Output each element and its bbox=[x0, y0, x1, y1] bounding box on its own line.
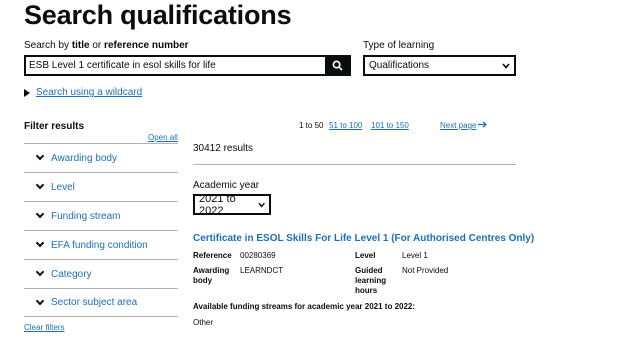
funding-streams-heading: Available funding streams for academic y… bbox=[193, 302, 416, 311]
awarding-body-value: LEARNDCT bbox=[240, 266, 284, 275]
awarding-body-key: Awarding body bbox=[193, 266, 230, 285]
guided-learning-hours-value: Not Provided bbox=[402, 266, 449, 275]
search-box bbox=[24, 55, 351, 76]
wildcard-toggle[interactable]: Search using a wildcard bbox=[24, 87, 142, 98]
level-value: Level 1 bbox=[402, 251, 428, 260]
chevron-down-icon bbox=[35, 238, 45, 248]
filter-level[interactable]: Level bbox=[24, 172, 178, 201]
academic-year-label: Academic year bbox=[193, 180, 260, 191]
chevron-down-icon bbox=[502, 62, 510, 69]
type-of-learning-label: Type of learning bbox=[363, 40, 435, 51]
result-title-link[interactable]: Certificate in ESOL Skills For Life Leve… bbox=[193, 233, 534, 244]
filter-efa-funding-condition[interactable]: EFA funding condition bbox=[24, 230, 178, 259]
arrow-right-icon bbox=[478, 121, 488, 128]
filter-list: Awarding body Level Funding stream EFA f… bbox=[24, 143, 178, 317]
chevron-down-icon bbox=[35, 209, 45, 219]
chevron-down-icon bbox=[35, 180, 45, 190]
open-all-link[interactable]: Open all bbox=[148, 133, 178, 142]
filter-heading: Filter results bbox=[24, 121, 85, 132]
reference-key: Reference bbox=[193, 251, 232, 260]
level-key: Level bbox=[355, 251, 376, 260]
search-icon bbox=[332, 60, 343, 71]
triangle-right-icon bbox=[24, 88, 30, 97]
type-of-learning-select[interactable]: Qualifications bbox=[363, 55, 516, 76]
divider bbox=[193, 164, 516, 165]
wildcard-link[interactable]: Search using a wildcard bbox=[36, 87, 142, 98]
filter-sector-subject-area[interactable]: Sector subject area bbox=[24, 288, 178, 317]
academic-year-select[interactable]: 2021 to 2022 bbox=[193, 193, 271, 217]
search-input[interactable] bbox=[26, 57, 325, 74]
next-page-link[interactable]: Next page bbox=[440, 121, 488, 130]
pagination-link-101-150[interactable]: 101 to 150 bbox=[371, 121, 409, 130]
chevron-down-icon bbox=[35, 151, 45, 161]
chevron-down-icon bbox=[35, 267, 45, 277]
filter-funding-stream[interactable]: Funding stream bbox=[24, 201, 178, 230]
search-button[interactable] bbox=[325, 57, 349, 74]
guided-learning-hours-key: Guided learning hours bbox=[355, 266, 387, 295]
funding-streams-value: Other bbox=[193, 318, 214, 327]
chevron-down-icon bbox=[35, 296, 45, 305]
pagination-current: 1 to 50 bbox=[299, 121, 324, 130]
pagination-link-51-100[interactable]: 51 to 100 bbox=[329, 121, 362, 130]
reference-value: 00280369 bbox=[240, 251, 276, 260]
filter-awarding-body[interactable]: Awarding body bbox=[24, 143, 178, 172]
chevron-down-icon bbox=[258, 202, 265, 207]
search-label: Search by title or reference number bbox=[24, 40, 189, 51]
page-title: Search qualifications bbox=[24, 0, 292, 30]
results-count: 30412 results bbox=[193, 143, 254, 154]
clear-filters-link[interactable]: Clear filters bbox=[24, 323, 64, 332]
filter-category[interactable]: Category bbox=[24, 259, 178, 288]
